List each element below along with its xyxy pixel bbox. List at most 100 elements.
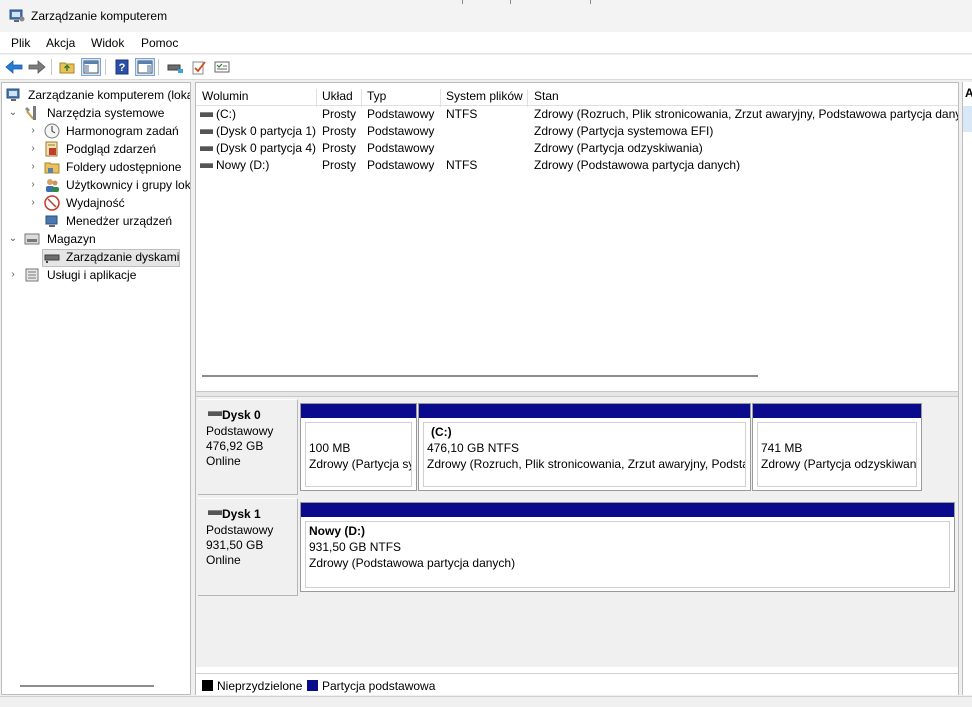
tree-horizontal-scrollbar[interactable] (20, 685, 154, 687)
tree-event-viewer-label: Podgląd zdarzeń (66, 142, 157, 156)
disk-0-label[interactable]: Dysk 0 Podstawowy 476,92 GB Online (198, 399, 298, 495)
disk-kind: Podstawowy (206, 523, 274, 537)
tree-storage-label: Magazyn (47, 232, 96, 246)
partition-c[interactable]: (C:) 476,10 GB NTFS Zdrowy (Rozruch, Pli… (418, 403, 751, 491)
volume-status: Zdrowy (Partycja odzyskiwania) (534, 141, 703, 155)
chevron-right-icon[interactable]: › (28, 176, 38, 194)
up-folder-icon (59, 62, 75, 74)
help-button[interactable]: ? (112, 58, 132, 76)
disk-graphical-view: Dysk 0 Podstawowy 476,92 GB Online 100 M… (196, 397, 958, 667)
partition-efi[interactable]: 100 MB Zdrowy (Partycja sy (300, 403, 417, 491)
minimize-button[interactable] (462, 0, 486, 4)
partition-content: 100 MB Zdrowy (Partycja sy (305, 422, 412, 487)
check-disk-button[interactable] (189, 58, 209, 76)
chevron-right-icon[interactable]: › (28, 140, 38, 158)
volume-status: Zdrowy (Partycja systemowa EFI) (534, 124, 714, 138)
menu-help[interactable]: Pomoc (141, 36, 178, 50)
chevron-right-icon[interactable]: › (28, 158, 38, 176)
tree-disk-management-label: Zarządzanie dyskami (66, 250, 180, 264)
partition-title: (C:) (431, 425, 452, 439)
volume-row[interactable]: (C:) Prosty Podstawowy NTFS Zdrowy (Rozr… (196, 106, 958, 123)
users-icon (46, 179, 59, 192)
show-hide-tree-button[interactable] (81, 58, 101, 76)
disk-name: Dysk 1 (222, 507, 261, 521)
chevron-right-icon[interactable]: › (28, 122, 38, 140)
disk-state: Online (206, 553, 241, 567)
partition-bar (301, 404, 416, 418)
partition-bar (301, 503, 954, 517)
show-hide-tree-icon (83, 60, 99, 74)
volume-layout: Prosty (322, 107, 357, 121)
disk-management-icon (44, 254, 60, 263)
volume-list: Wolumin Układ Typ System plików Stan (C:… (196, 83, 958, 391)
tree-task-scheduler-label: Harmonogram zadań (66, 124, 179, 138)
actions-item[interactable] (963, 106, 972, 132)
actions-pane: A (962, 82, 972, 695)
up-folder-button[interactable] (57, 58, 77, 76)
volume-fs: NTFS (446, 107, 478, 121)
legend: Nieprzydzielone Partycja podstawowa (196, 673, 958, 695)
volume-row[interactable]: Nowy (D:) Prosty Podstawowy NTFS Zdrowy … (196, 157, 958, 174)
chevron-right-icon[interactable]: › (8, 266, 18, 284)
help-icon: ? (115, 59, 129, 75)
tree-root-label: Zarządzanie komputerem (loka (28, 88, 191, 102)
partition-title: Nowy (D:) (309, 524, 365, 538)
volume-row[interactable]: (Dysk 0 partycja 1) Prosty Podstawowy Zd… (196, 123, 958, 140)
volume-status: Zdrowy (Rozruch, Plik stronicowania, Zrz… (534, 107, 958, 121)
column-type[interactable]: Typ (367, 89, 386, 103)
connect-drive-icon (167, 64, 183, 73)
partition-status: Zdrowy (Podstawowa partycja danych) (309, 556, 516, 570)
legend-label-primary: Partycja podstawowa (322, 679, 436, 693)
volume-icon (200, 129, 213, 134)
connect-drive-button[interactable] (165, 58, 185, 76)
partition-content: (C:) 476,10 GB NTFS Zdrowy (Rozruch, Pli… (423, 422, 746, 487)
menu-file[interactable]: Plik (11, 36, 30, 50)
maximize-button[interactable] (510, 0, 534, 4)
tools-icon (25, 106, 36, 120)
partition-status: Zdrowy (Partycja odzyskiwan (761, 457, 917, 471)
back-arrow-icon (5, 60, 23, 74)
menu-view[interactable]: Widok (91, 36, 124, 50)
title-bar: Zarządzanie komputerem (0, 0, 972, 32)
column-layout[interactable]: Układ (322, 89, 353, 103)
disk-1-label[interactable]: Dysk 1 Podstawowy 931,50 GB Online (198, 498, 298, 596)
column-volume[interactable]: Wolumin (202, 89, 248, 103)
menu-action[interactable]: Akcja (46, 36, 75, 50)
services-icon (25, 268, 39, 282)
partition-bar (419, 404, 750, 418)
navigation-tree[interactable]: Zarządzanie komputerem (loka ⌄ Narzędzia… (1, 82, 191, 695)
chevron-down-icon[interactable]: ⌄ (8, 230, 18, 248)
volume-type: Podstawowy (367, 158, 435, 172)
storage-icon (24, 233, 40, 245)
partition-size: 741 MB (761, 441, 803, 455)
partition-size: 931,50 GB NTFS (309, 540, 402, 554)
volume-layout: Prosty (322, 158, 357, 172)
window-title: Zarządzanie komputerem (31, 9, 168, 23)
properties-list-icon (214, 61, 230, 73)
close-button[interactable] (590, 0, 614, 4)
clock-icon (44, 123, 60, 139)
volume-list-header: Wolumin Układ Typ System plików Stan (196, 86, 958, 107)
forward-button[interactable] (27, 58, 47, 76)
volume-type: Podstawowy (367, 107, 435, 121)
volume-icon (200, 112, 213, 117)
chevron-right-icon[interactable]: › (28, 194, 38, 212)
partition-size: 100 MB (309, 441, 351, 455)
column-filesystem[interactable]: System plików (446, 89, 523, 103)
partition-recovery[interactable]: 741 MB Zdrowy (Partycja odzyskiwan (752, 403, 922, 491)
volume-list-horizontal-scrollbar[interactable] (202, 375, 758, 377)
device-manager-icon (45, 215, 58, 227)
show-hide-action-pane-button[interactable] (135, 58, 155, 76)
properties-button[interactable] (212, 58, 232, 76)
tree-shared-folders-label: Foldery udostępnione (66, 160, 182, 174)
column-status[interactable]: Stan (534, 89, 559, 103)
partition-d[interactable]: Nowy (D:) 931,50 GB NTFS Zdrowy (Podstaw… (300, 502, 955, 592)
chevron-down-icon[interactable]: ⌄ (8, 104, 18, 122)
disk-icon (208, 510, 222, 515)
back-button[interactable] (4, 58, 24, 76)
volume-type: Podstawowy (367, 141, 435, 155)
volume-row[interactable]: (Dysk 0 partycja 4) Prosty Podstawowy Zd… (196, 140, 958, 157)
partition-size: 476,10 GB NTFS (427, 441, 520, 455)
shared-folder-icon (44, 162, 60, 174)
tree-performance-label: Wydajność (66, 196, 125, 210)
